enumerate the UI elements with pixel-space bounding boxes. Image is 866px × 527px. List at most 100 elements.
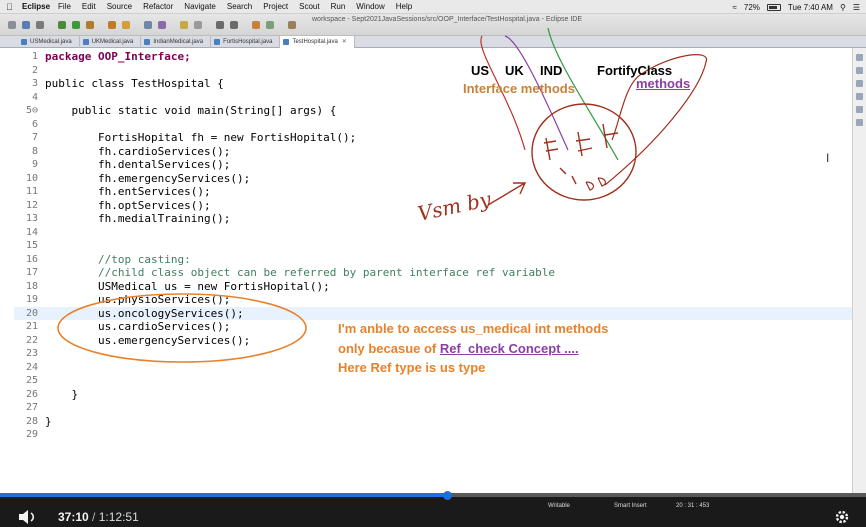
total-time: 1:12:51 (98, 510, 139, 524)
line-number: 12 (25, 199, 38, 211)
open-type-icon[interactable] (144, 21, 152, 29)
tab-label: FortisHospital.java (223, 39, 273, 45)
line-number: 14 (25, 226, 38, 238)
outline-view-icon[interactable] (856, 54, 863, 61)
code-text: fh.cardioServices(); (45, 144, 231, 158)
note-line-2: only becasue of Ref_check Concept .... (338, 341, 579, 356)
menu-list-icon[interactable]: ☰ (853, 3, 860, 12)
eclipse-toolbar: workspace - Sept2021JavaSessions/src/OOP… (0, 14, 866, 36)
tab-label: USMedical.java (30, 39, 72, 45)
code-line: 8 fh.cardioServices(); (14, 145, 852, 159)
search-icon[interactable]: ⚲ (840, 3, 846, 12)
task-list-icon[interactable] (856, 67, 863, 74)
code-text: USMedical us = new FortisHopital(); (45, 279, 330, 293)
back-icon[interactable] (216, 21, 224, 29)
new-package-icon[interactable] (122, 21, 130, 29)
line-number: 16 (25, 253, 38, 265)
code-line: 1 package OOP_Interface; (14, 50, 852, 64)
line-number: 25 (25, 375, 38, 386)
code-line: 7 FortisHopital fh = new FortisHopital()… (14, 131, 852, 145)
battery-percent: 72% (743, 2, 760, 12)
new-icon[interactable] (8, 21, 16, 29)
tab-indianmedical[interactable]: IndianMedical.java (141, 36, 212, 48)
menu-source[interactable]: Source (107, 2, 132, 11)
problems-view-icon[interactable] (856, 80, 863, 87)
line-number: 10 (25, 172, 38, 184)
menu-navigate[interactable]: Navigate (184, 2, 216, 11)
menu-window[interactable]: Window (356, 2, 384, 11)
menu-run[interactable]: Run (331, 2, 346, 11)
search-toolbar-icon[interactable] (158, 21, 166, 29)
line-number: 27 (25, 402, 38, 413)
declaration-view-icon[interactable] (856, 119, 863, 126)
apple-icon[interactable]:  (6, 2, 16, 12)
line-number: 21 (25, 321, 38, 332)
debug-icon[interactable] (58, 21, 66, 29)
line-number: 15 (25, 240, 38, 251)
menu-scout[interactable]: Scout (299, 2, 319, 11)
player-controls: 37:10 / 1:12:51 (0, 505, 866, 527)
note-line-3: Here Ref type is us type (338, 360, 486, 375)
app-menu[interactable]: Eclipse (22, 2, 50, 11)
menubar-clock[interactable]: Tue 7:40 AM (788, 3, 833, 12)
code-text: us.emergencyServices(); (45, 333, 251, 347)
perspective-icon[interactable] (288, 21, 296, 29)
tab-testhospital[interactable]: TestHospital.java ✕ (280, 36, 355, 48)
code-text: fh.entServices(); (45, 185, 211, 198)
run-icon[interactable] (72, 21, 80, 29)
gear-icon[interactable] (834, 509, 850, 525)
print-icon[interactable] (36, 21, 44, 29)
menu-edit[interactable]: Edit (82, 2, 96, 11)
new-class-icon[interactable] (108, 21, 116, 29)
tab-ukmedical[interactable]: UKMedical.java (80, 36, 142, 48)
menu-search[interactable]: Search (227, 2, 252, 11)
editor-tabs: USMedical.java UKMedical.java IndianMedi… (0, 36, 866, 48)
history-icon[interactable] (266, 21, 274, 29)
menu-file[interactable]: File (58, 2, 71, 11)
battery-icon[interactable] (766, 3, 781, 11)
text-cursor-icon: I (826, 151, 830, 165)
menu-project[interactable]: Project (263, 2, 288, 11)
code-line: 27 (14, 401, 852, 415)
line-number: 26 (25, 388, 38, 400)
next-annotation-icon[interactable] (194, 21, 202, 29)
console-view-icon[interactable] (856, 93, 863, 100)
code-line: 28} (14, 415, 852, 429)
code-line: 29 (14, 428, 852, 442)
save-icon[interactable] (22, 21, 30, 29)
code-line: 11 fh.entServices(); (14, 185, 852, 199)
annotation-icon[interactable] (180, 21, 188, 29)
code-text: //child class object can be referred by … (45, 266, 555, 279)
note-line-1: I'm anble to access us_medical int metho… (338, 321, 609, 336)
tab-fortishospital[interactable]: FortisHospital.java (211, 36, 281, 48)
code-line: 18 USMedical us = new FortisHopital(); (14, 280, 852, 294)
line-number: 23 (25, 348, 38, 359)
line-number: 3 (31, 78, 38, 89)
interface-methods-label: Interface methods (463, 81, 575, 96)
line-number: 28 (25, 415, 38, 427)
menu-refactor[interactable]: Refactor (143, 2, 173, 11)
line-number: 11 (25, 186, 38, 197)
coverage-icon[interactable] (86, 21, 94, 29)
tab-usmedical[interactable]: USMedical.java (18, 36, 80, 48)
code-text: us.cardioServices(); (45, 320, 231, 333)
code-editor[interactable]: 1 package OOP_Interface; 2 3 public class … (14, 48, 852, 493)
line-number: 8 (31, 145, 38, 157)
line-number: 29 (25, 429, 38, 440)
pin-icon[interactable] (252, 21, 260, 29)
javadoc-view-icon[interactable] (856, 106, 863, 113)
line-number: 6 (31, 118, 38, 130)
code-text: fh.medialTraining(); (45, 212, 231, 225)
code-line: 10 fh.emergencyServices(); (14, 172, 852, 186)
code-line: 14 (14, 226, 852, 240)
line-number: 5⊖ (25, 105, 38, 116)
volume-icon[interactable] (18, 510, 38, 524)
code-line: 19 us.physioServices(); (14, 293, 852, 307)
line-number: 17 (25, 267, 38, 278)
forward-icon[interactable] (230, 21, 238, 29)
menu-help[interactable]: Help (396, 2, 412, 11)
code-text: us.physioServices(); (45, 293, 231, 306)
seek-bar[interactable] (0, 491, 866, 500)
close-icon[interactable]: ✕ (342, 39, 347, 45)
wifi-icon[interactable]: ≈ (733, 3, 737, 12)
